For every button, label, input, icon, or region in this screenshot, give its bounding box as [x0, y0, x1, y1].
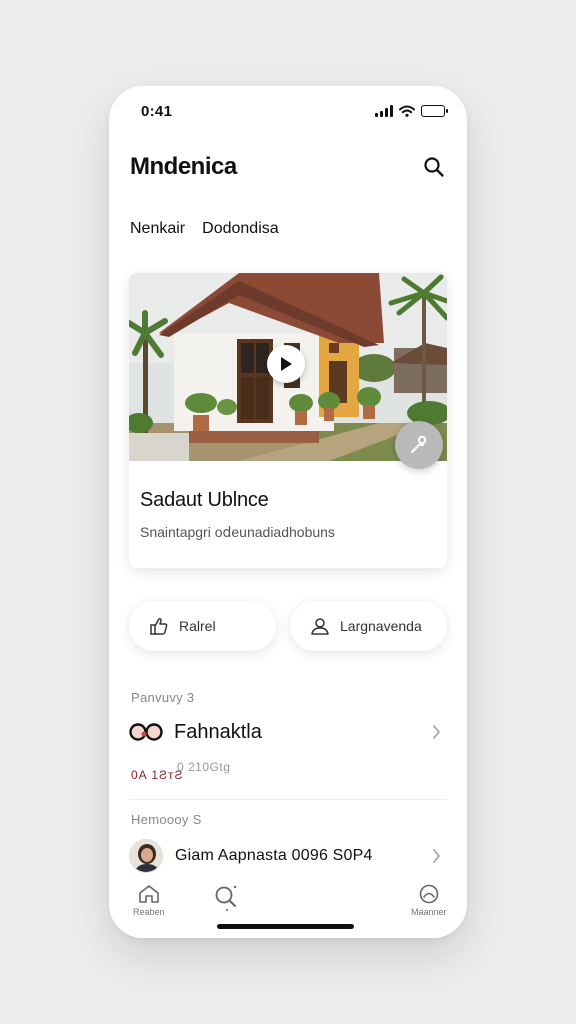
ralrel-label: Ralrel [179, 618, 216, 634]
battery-icon [421, 105, 448, 117]
status-icons [375, 105, 448, 117]
section-label-1: Panvuvy 3 [131, 690, 195, 705]
tab-dodondisa[interactable]: Dodondisa [202, 220, 279, 238]
play-icon [281, 357, 292, 371]
row-title-fahnaktla: Fahnaktla [174, 720, 262, 743]
tab-bar: Nenkair Dodondisa [130, 220, 279, 238]
row-title-contact: Giam Aapnasta 0096 S0P4 [175, 847, 373, 864]
ralrel-button[interactable]: Ralrel [129, 601, 276, 651]
action-row: Ralrel Largnavenda [129, 601, 447, 651]
nav-home-label: Reaben [133, 907, 165, 917]
chevron-right-icon [433, 849, 441, 863]
search-button[interactable] [421, 154, 447, 180]
glasses-icon [129, 723, 163, 741]
home-indicator[interactable] [217, 924, 354, 929]
app-title: Mndenica [130, 153, 237, 180]
edit-person-icon [410, 435, 427, 454]
phone-frame: 0:41 Mndenica Nenkair Dodondisa Sadaut U… [109, 86, 467, 938]
signal-icon [375, 105, 393, 117]
largnavenda-label: Largnavenda [340, 618, 422, 634]
meta-code: 0A 1ƧᴛƧ [131, 768, 184, 782]
fab-button[interactable] [395, 421, 443, 469]
status-time: 0:41 [141, 103, 173, 120]
nav-profile-label: Maanner [411, 907, 447, 917]
list-item-contact[interactable]: Giam Aapnasta 0096 S0P4 [129, 838, 447, 874]
profile-icon [419, 884, 439, 904]
nav-search[interactable] [214, 884, 240, 915]
card-subtitle: Snaintapgri o𝖽eunadiadhobuns [140, 524, 335, 540]
largnavenda-button[interactable]: Largnavenda [290, 601, 447, 651]
avatar [129, 839, 163, 873]
featured-card[interactable]: Sadaut Ublnce Snaintapgri o𝖽eunadiadhobu… [129, 273, 447, 568]
search-icon [215, 885, 237, 911]
user-icon [311, 618, 329, 635]
search-icon [424, 157, 444, 177]
wifi-icon [399, 105, 415, 117]
section-label-2: Hemoooy S [131, 812, 202, 827]
list-item-fahnaktla[interactable]: Fahnaktla [129, 716, 447, 748]
chevron-right-icon [433, 725, 441, 739]
home-icon [138, 885, 159, 903]
nav-home[interactable]: Reaben [133, 884, 165, 917]
thumb-up-icon [150, 618, 168, 635]
meta-timestamp: 0 210Gtg [177, 760, 231, 774]
play-button[interactable] [267, 345, 305, 383]
divider [129, 799, 447, 800]
status-bar: 0:41 [109, 86, 467, 136]
card-title: Sadaut Ublnce [140, 489, 269, 511]
tab-nenkair[interactable]: Nenkair [130, 220, 185, 238]
nav-profile[interactable]: Maanner [411, 884, 447, 917]
